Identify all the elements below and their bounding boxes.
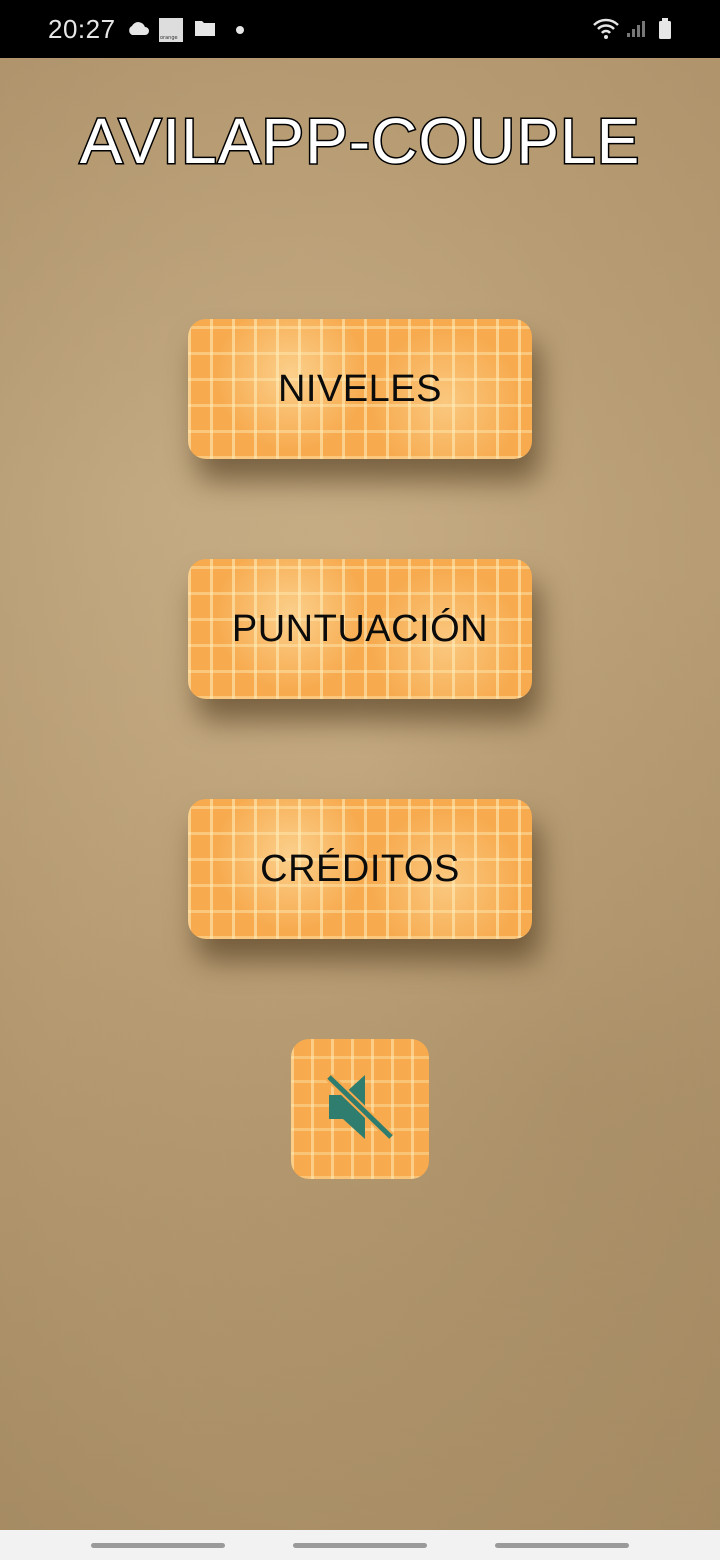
notification-dot-icon bbox=[236, 26, 244, 34]
credits-button-label: CRÉDITOS bbox=[260, 847, 460, 890]
score-button-label: PUNTUACIÓN bbox=[231, 607, 489, 650]
sound-toggle-button[interactable] bbox=[291, 1039, 429, 1179]
nav-home-button[interactable] bbox=[293, 1543, 427, 1548]
navigation-bar bbox=[0, 1530, 720, 1560]
folder-icon bbox=[194, 19, 216, 42]
main-screen: AVILAPP-COUPLE NIVELES PUNTUACIÓN CRÉDIT… bbox=[0, 58, 720, 1530]
levels-button[interactable]: NIVELES bbox=[188, 319, 532, 459]
volume-muted-icon bbox=[325, 1071, 395, 1148]
levels-button-label: NIVELES bbox=[277, 367, 443, 410]
signal-icon bbox=[626, 20, 646, 43]
carrier-badge-text: orange bbox=[160, 35, 178, 41]
wifi-icon bbox=[592, 18, 620, 45]
app-title: AVILAPP-COUPLE bbox=[78, 104, 641, 179]
nav-recent-apps-button[interactable] bbox=[91, 1543, 225, 1548]
orange-badge-icon: orange bbox=[159, 18, 183, 42]
status-time: 20:27 bbox=[48, 14, 116, 44]
status-bar: 20:27 orange bbox=[0, 0, 720, 58]
cloud-icon bbox=[126, 20, 150, 41]
score-button[interactable]: PUNTUACIÓN bbox=[188, 559, 532, 699]
battery-icon bbox=[658, 18, 672, 45]
nav-back-button[interactable] bbox=[495, 1543, 629, 1548]
credits-button[interactable]: CRÉDITOS bbox=[188, 799, 532, 939]
